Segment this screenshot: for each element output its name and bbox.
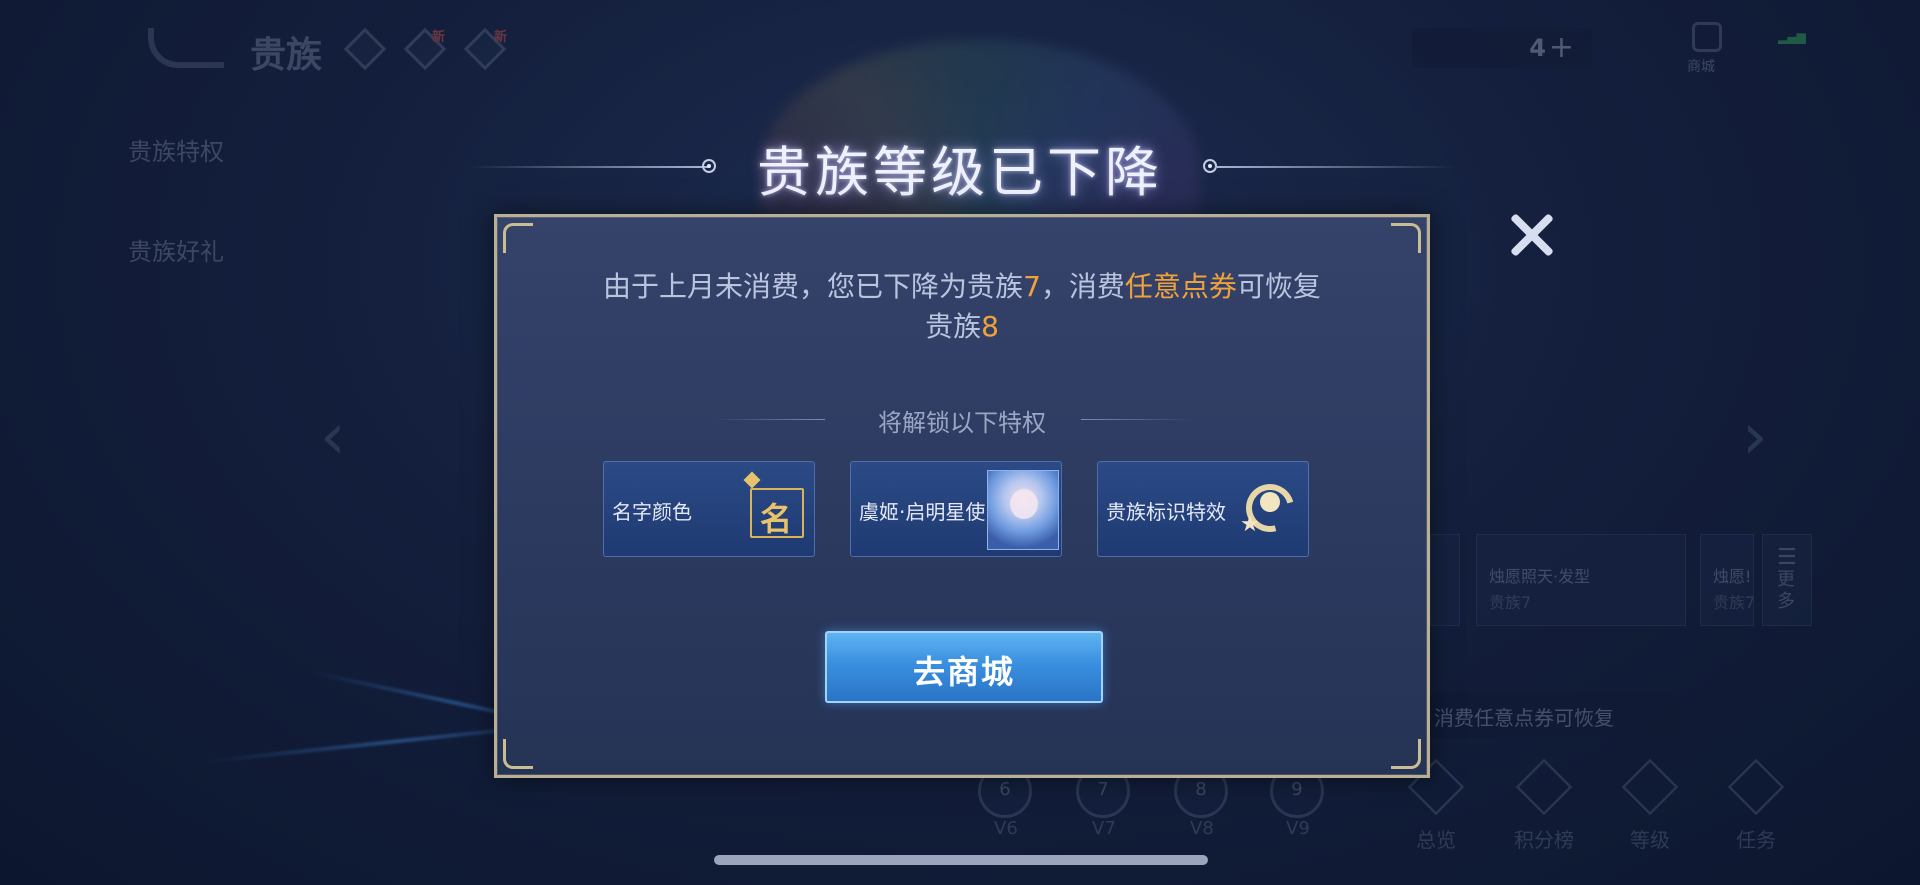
perk-label: 名字颜色 [612, 500, 692, 524]
message-text: 可恢复 [1236, 270, 1321, 303]
perk-label: 贵族标识特效 [1106, 500, 1226, 524]
message-text: 由于上月未消费，您已下降为贵族 [603, 270, 1024, 303]
skin-portrait-icon [987, 470, 1059, 550]
message-text: ，消费 [1040, 270, 1125, 303]
perk-card-skin[interactable]: 虞姬·启明星使 [850, 461, 1062, 557]
panel-corner [1391, 223, 1421, 253]
title-divider-right [1215, 166, 1455, 168]
dialog-message: 由于上月未消费，您已下降为贵族7，消费任意点券可恢复 贵族8 [497, 267, 1427, 347]
currency-highlight: 任意点券 [1124, 270, 1237, 303]
panel-corner [1391, 739, 1421, 769]
panel-corner [503, 223, 533, 253]
go-to-shop-button[interactable]: 去商城 [825, 631, 1103, 703]
unlock-section-label: 将解锁以下特权 [878, 409, 1046, 437]
name-color-icon: 名 [750, 488, 804, 538]
name-color-glyph: 名 [760, 500, 793, 538]
modal-title: 贵族等级已下降 [757, 141, 1163, 204]
noble-emblem-icon: ★ [1237, 475, 1303, 541]
current-level: 7 [1023, 270, 1041, 303]
message-text: 贵族 [925, 310, 982, 343]
shop-button-label: 去商城 [912, 653, 1015, 691]
panel-corner [503, 739, 533, 769]
perk-card-name-color[interactable]: 名字颜色 名 [603, 461, 815, 557]
level-drop-dialog: 由于上月未消费，您已下降为贵族7，消费任意点券可恢复 贵族8 将解锁以下特权 名… [494, 214, 1430, 778]
restore-level: 8 [981, 310, 999, 343]
close-button[interactable] [1505, 208, 1559, 262]
perk-label: 虞姬·启明星使 [859, 500, 986, 524]
section-divider-right [1081, 419, 1191, 420]
perk-card-emblem[interactable]: 贵族标识特效 ★ [1097, 461, 1309, 557]
home-indicator[interactable] [714, 855, 1208, 865]
